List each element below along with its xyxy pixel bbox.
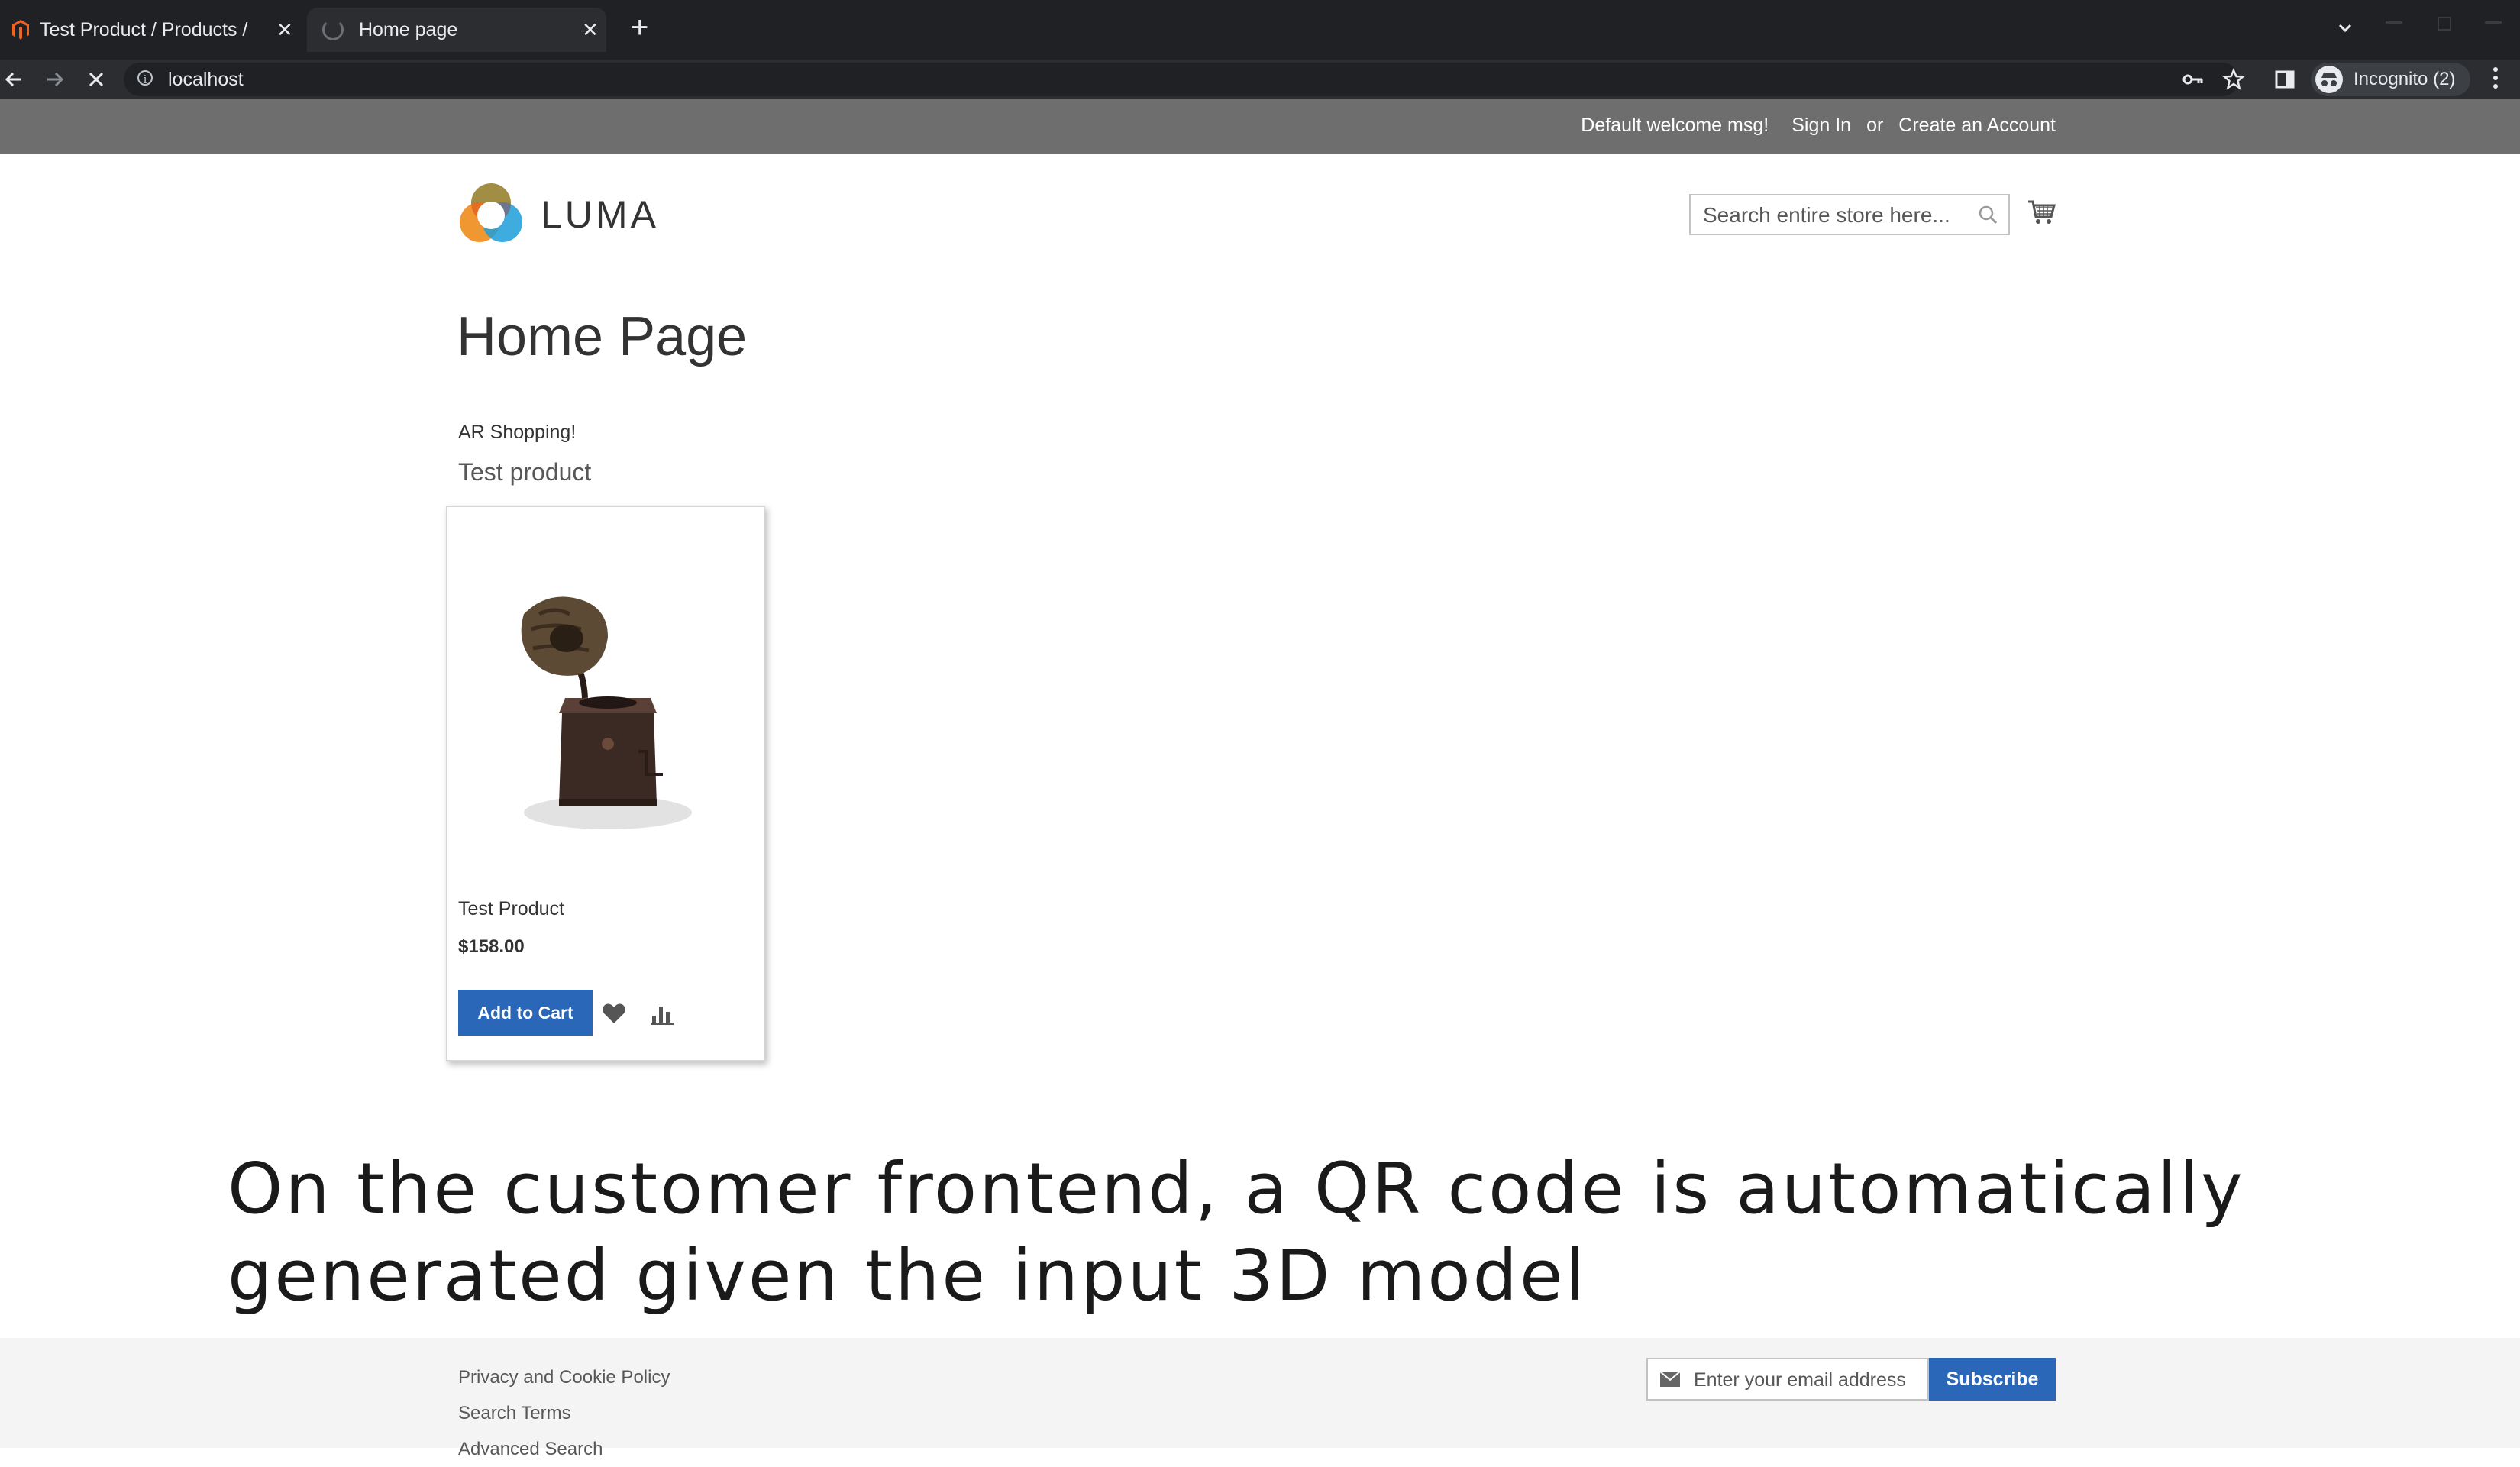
page-title: Home Page — [457, 306, 748, 367]
tab-home-page[interactable]: Home page ✕ — [307, 8, 606, 52]
close-window-icon[interactable] — [2485, 21, 2502, 24]
gramophone-product-image[interactable] — [493, 583, 722, 851]
new-tab-icon[interactable]: + — [631, 11, 648, 45]
welcome-message: Default welcome msg! — [1581, 115, 1769, 136]
stop-loading-button[interactable] — [82, 66, 110, 93]
incognito-profile-button[interactable]: Incognito (2) — [2311, 63, 2471, 96]
cms-text: AR Shopping! — [458, 422, 577, 443]
close-tab-icon[interactable]: ✕ — [582, 18, 599, 42]
tab-label: Test Product / Products / — [40, 18, 248, 40]
product-price: $158.00 — [458, 936, 525, 957]
footer-link-advanced-search[interactable]: Advanced Search — [458, 1431, 670, 1467]
sign-in-link[interactable]: Sign In — [1791, 115, 1851, 137]
back-button[interactable] — [0, 66, 27, 93]
tab-label: Home page — [359, 18, 458, 40]
back-arrow-icon — [5, 72, 21, 87]
incognito-icon — [2315, 66, 2343, 93]
footer-link-search-terms[interactable]: Search Terms — [458, 1395, 670, 1431]
newsletter-email-input[interactable] — [1692, 1367, 1924, 1393]
product-card[interactable]: Test Product $158.00 Add to Cart — [446, 506, 765, 1061]
profile-label: Incognito (2) — [2354, 69, 2456, 89]
browser-menu-icon[interactable] — [2493, 67, 2499, 89]
forward-button[interactable] — [41, 66, 69, 93]
loading-spinner-icon — [322, 19, 344, 40]
forward-arrow-icon — [47, 72, 64, 87]
url-text[interactable]: localhost — [168, 69, 244, 91]
magento-icon — [12, 20, 29, 40]
bookmark-star-icon[interactable] — [2222, 68, 2245, 91]
key-icon[interactable] — [2181, 68, 2204, 91]
heart-wishlist-icon[interactable] — [602, 1002, 626, 1025]
search-box[interactable] — [1689, 194, 2010, 235]
shopping-cart-icon[interactable] — [2027, 197, 2057, 228]
browser-tabstrip: Test Product / Products / ✕ Home page ✕ … — [0, 0, 2520, 60]
newsletter-email-box[interactable] — [1646, 1358, 1929, 1401]
add-to-cart-button[interactable]: Add to Cart — [458, 990, 593, 1036]
address-bar[interactable]: i localhost — [124, 63, 2239, 96]
search-icon[interactable] — [1978, 205, 1998, 225]
footer-link-privacy[interactable]: Privacy and Cookie Policy — [458, 1359, 670, 1395]
minimize-icon[interactable] — [2386, 21, 2402, 24]
compare-icon[interactable] — [651, 1002, 674, 1025]
page-footer: Privacy and Cookie Policy Search Terms A… — [0, 1338, 2520, 1459]
logo-text: LUMA — [541, 193, 659, 236]
luma-logo-icon — [460, 183, 522, 242]
envelope-icon — [1660, 1372, 1680, 1387]
tab-search-chevron-icon[interactable] — [2332, 15, 2358, 41]
product-name[interactable]: Test Product — [458, 898, 564, 920]
maximize-icon[interactable] — [2438, 17, 2451, 31]
store-logo[interactable]: LUMA — [457, 180, 659, 249]
header-panel: Default welcome msg! Sign In or Create a… — [0, 99, 2520, 154]
side-panel-icon[interactable] — [2274, 69, 2295, 90]
close-x-icon — [89, 72, 104, 87]
video-caption: On the customer frontend, a QR code is a… — [228, 1148, 2245, 1317]
tab-products[interactable]: Test Product / Products / ✕ — [8, 8, 298, 52]
subscribe-button[interactable]: Subscribe — [1929, 1358, 2056, 1401]
close-tab-icon[interactable]: ✕ — [276, 18, 293, 42]
site-info-icon[interactable]: i — [137, 70, 153, 86]
search-input[interactable] — [1701, 202, 1964, 229]
widget-block-title: Test product — [458, 458, 592, 486]
create-account-link[interactable]: Create an Account — [1898, 115, 2056, 137]
browser-toolbar: i localhost Incognito (2) — [0, 60, 2520, 99]
or-text: or — [1866, 115, 1884, 136]
